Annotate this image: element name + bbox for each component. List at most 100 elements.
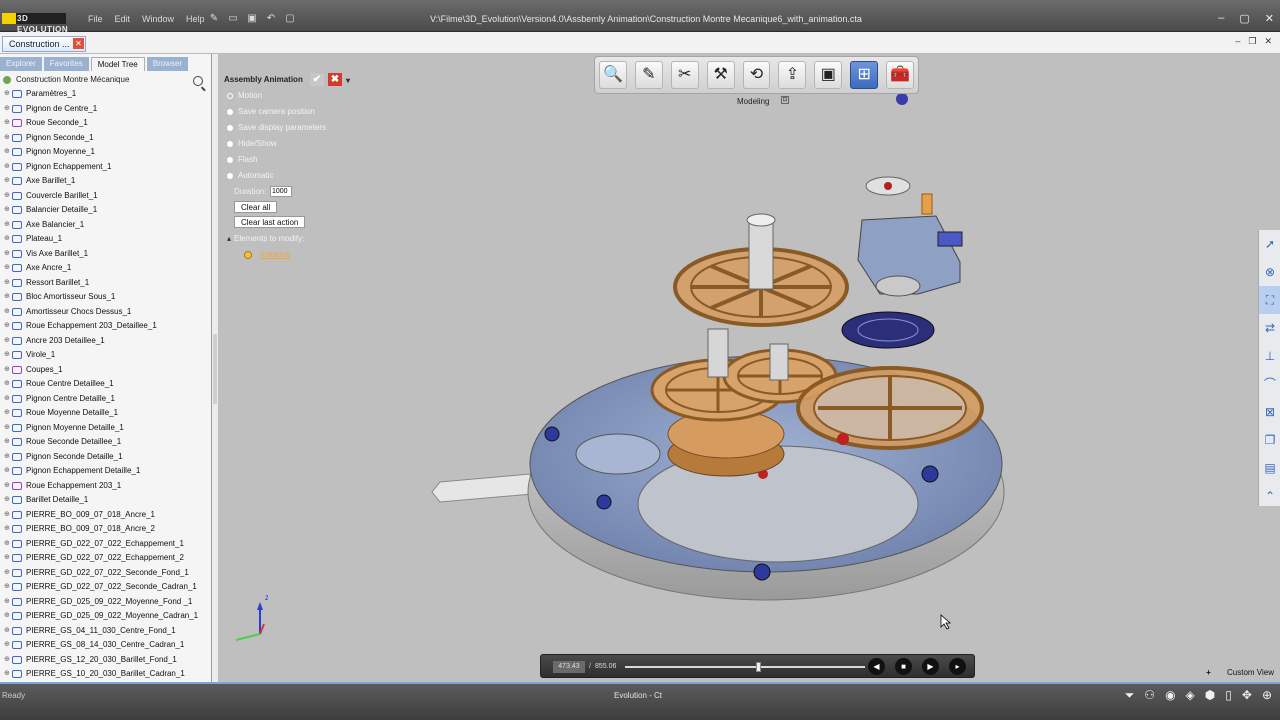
expand-icon[interactable]: ⊕ [4, 305, 10, 320]
menu-edit[interactable]: Edit [115, 14, 131, 24]
tree-item[interactable]: ⊕ PIERRE_GS_04_11_030_Centre_Fond_1 [0, 624, 212, 639]
expand-icon[interactable]: ⊕ [4, 102, 10, 117]
dimension-icon[interactable]: ⚒ [706, 61, 735, 89]
assembly-icon[interactable]: ⊞ [850, 61, 879, 89]
expand-icon[interactable]: ⊕ [4, 232, 10, 247]
tree-item[interactable]: ⊕ Amortisseur Chocs Dessus_1 [0, 305, 212, 320]
tree-item[interactable]: ⊕ PIERRE_GD_022_07_022_Seconde_Cadran_1 [0, 580, 212, 595]
section-icon[interactable]: ⊠ [1259, 398, 1280, 426]
expand-icon[interactable]: ⊕ [4, 667, 10, 682]
layers-icon[interactable]: ▤ [1259, 454, 1280, 482]
tree-item[interactable]: ⊕ Couvercle Barillet_1 [0, 189, 212, 204]
option-flash[interactable]: Flash [224, 152, 364, 168]
tree-item[interactable]: ⊕ Pignon Seconde_1 [0, 131, 212, 146]
tab-explorer[interactable]: Explorer [0, 57, 42, 71]
tree-item[interactable]: ⊕ Plateau_1 [0, 232, 212, 247]
expand-icon[interactable]: ⊕ [4, 189, 10, 204]
expand-icon[interactable]: ⊕ [4, 421, 10, 436]
tree-item[interactable]: ⊕ PIERRE_GD_022_07_022_Echappement_2 [0, 551, 212, 566]
copy-icon[interactable]: ❐ [1259, 426, 1280, 454]
axis-icon[interactable]: ⊥ [1259, 342, 1280, 370]
page-icon[interactable]: ▯ [1225, 688, 1232, 703]
expand-icon[interactable]: ⊕ [4, 116, 10, 131]
shading-icon[interactable]: ⬢ [1205, 688, 1215, 703]
move-icon[interactable]: ✥ [1242, 688, 1252, 703]
tree-item[interactable]: ⊕ Roue Seconde Detaillee_1 [0, 435, 212, 450]
expand-icon[interactable]: ⊕ [4, 464, 10, 479]
duration-input[interactable] [270, 186, 292, 197]
tree-item[interactable]: ⊕ Roue Echappement 203_Detaillee_1 [0, 319, 212, 334]
rotate-part-icon[interactable]: ⟲ [742, 61, 771, 89]
tree-item[interactable]: ⊕ Pignon Seconde Detaille_1 [0, 450, 212, 465]
tree-root[interactable]: Construction Montre Mécanique [0, 73, 212, 87]
tab-favorites[interactable]: Favorites [43, 57, 89, 71]
save-icon[interactable]: ▣ [246, 13, 258, 25]
expand-icon[interactable]: ⊕ [4, 406, 10, 421]
tree-item[interactable]: ⊕ Roue Echappement 203_1 [0, 479, 212, 494]
tree-item[interactable]: ⊕ Roue Moyenne Detaille_1 [0, 406, 212, 421]
menu-window[interactable]: Window [142, 14, 174, 24]
expand-icon[interactable]: ⊕ [4, 566, 10, 581]
play-forward-icon[interactable]: ▶ [922, 658, 939, 675]
export-icon[interactable]: ⇪ [778, 61, 807, 89]
tab-browser[interactable]: Browser [146, 57, 189, 71]
tree-item[interactable]: ⊕ Pignon Echappement_1 [0, 160, 212, 175]
custom-view-control[interactable]: + Custom View [1206, 668, 1274, 677]
cancel-circle-icon[interactable]: ⊗ [1259, 258, 1280, 286]
clear-last-action-button[interactable]: Clear last action [234, 216, 306, 228]
curve-icon[interactable]: ⌒ [1259, 370, 1280, 398]
expand-icon[interactable]: ⊕ [4, 334, 10, 349]
dropdown-arrow-icon[interactable]: ▾ [346, 73, 350, 89]
undo-icon[interactable]: ↶ [265, 13, 277, 25]
cube-icon[interactable]: ◈ [1186, 688, 1195, 703]
minimize-button[interactable]: – [1218, 12, 1224, 25]
open-folder-icon[interactable]: ▭ [227, 13, 239, 25]
tree-item[interactable]: ⊕ PIERRE_GD_022_07_022_Echappement_1 [0, 537, 212, 552]
expand-icon[interactable]: ⊕ [4, 624, 10, 639]
option-motion[interactable]: Motion [224, 88, 364, 104]
play-backward-icon[interactable]: ◀ [868, 658, 885, 675]
tree-item[interactable]: ⊕ Roue Seconde_1 [0, 116, 212, 131]
clear-all-button[interactable]: Clear all [234, 201, 278, 213]
tree-item[interactable]: ⊕ PIERRE_BO_009_07_018_Ancre_1 [0, 508, 212, 523]
expand-icon[interactable]: ⊕ [4, 508, 10, 523]
expand-icon[interactable]: ⊕ [4, 638, 10, 653]
menu-file[interactable]: File [88, 14, 103, 24]
sketch-edit-icon[interactable]: ✎ [634, 61, 663, 89]
search-icon[interactable] [193, 76, 203, 86]
tree-item[interactable]: ⊕ Vis Axe Barillet_1 [0, 247, 212, 262]
expand-icon[interactable]: ⊕ [4, 551, 10, 566]
tree-item[interactable]: ⊕ Ancre 203 Detaillee_1 [0, 334, 212, 349]
expand-icon[interactable]: ⊕ [4, 348, 10, 363]
step-forward-icon[interactable]: ▸ [949, 658, 966, 675]
pin-icon[interactable]: ✎ [208, 13, 220, 25]
expand-icon[interactable]: ⊕ [4, 261, 10, 276]
tree-item[interactable]: ⊕ Coupes_1 [0, 363, 212, 378]
tab-model-tree[interactable]: Model Tree [90, 57, 145, 71]
cancel-icon[interactable]: ✖ [328, 73, 342, 86]
expand-icon[interactable]: ⊕ [4, 493, 10, 508]
option-automatic[interactable]: Automatic [224, 168, 364, 184]
tree-item[interactable]: ⊕ Pignon de Centre_1 [0, 102, 212, 117]
collapse-up-icon[interactable]: ⌃ [1259, 482, 1280, 510]
option-save-camera[interactable]: Save camera position [224, 104, 364, 120]
tree-item[interactable]: ⊕ Virole_1 [0, 348, 212, 363]
toolbox-icon[interactable]: 🧰 [886, 61, 915, 89]
menu-help[interactable]: Help [186, 14, 205, 24]
pin-toolbar-icon[interactable]: ⊡ [781, 96, 789, 104]
expand-icon[interactable]: ⊕ [4, 319, 10, 334]
3d-viewport[interactable]: Assembly Animation ✔ ✖ ▾ Motion Save cam… [218, 54, 1280, 682]
tree-item[interactable]: ⊕ Pignon Echappement Detaille_1 [0, 464, 212, 479]
tree-item[interactable]: ⊕ Paramètres_1 [0, 87, 212, 102]
redo-icon[interactable]: ▢ [284, 13, 296, 25]
maximize-button[interactable]: ▢ [1239, 12, 1249, 25]
expand-icon[interactable]: ⊕ [4, 522, 10, 537]
hierarchy-icon[interactable]: ⚇ [1144, 688, 1155, 703]
expand-icon[interactable]: ⊕ [4, 145, 10, 160]
timeline-slider[interactable] [625, 662, 865, 672]
add-view-icon[interactable]: + [1206, 668, 1211, 677]
expand-icon[interactable]: ⊕ [4, 276, 10, 291]
close-tab-icon[interactable]: ✕ [73, 38, 84, 49]
tree-item[interactable]: ⊕ Pignon Moyenne_1 [0, 145, 212, 160]
expand-icon[interactable]: ⊕ [4, 160, 10, 175]
